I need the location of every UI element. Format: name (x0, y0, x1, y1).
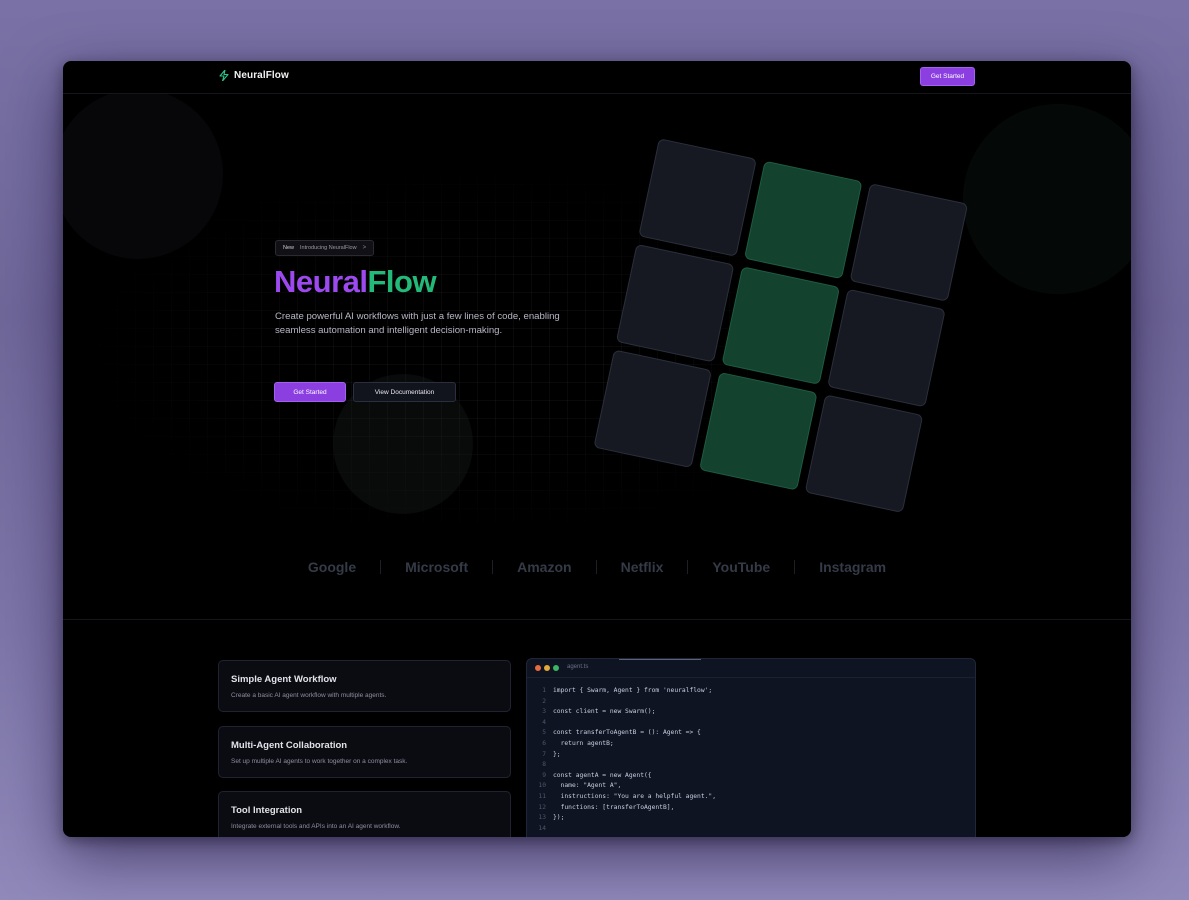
example-card[interactable]: Simple Agent Workflow Create a basic AI … (218, 660, 511, 712)
cube-tile (827, 288, 946, 408)
line-number: 5 (542, 729, 546, 737)
badge-text: Introducing NeuralFlow (300, 245, 357, 251)
code-line: 11 instructions: "You are a helpful agen… (527, 792, 975, 803)
hero-description: Create powerful AI workflows with just a… (275, 311, 560, 336)
example-card-description: Integrate external tools and APIs into a… (231, 823, 401, 830)
hero-title: NeuralFlow (274, 264, 437, 300)
line-number: 4 (542, 718, 546, 726)
example-card-description: Set up multiple AI agents to work togeth… (231, 758, 408, 765)
code-line: 9 const agentA = new Agent({ (527, 771, 975, 782)
minimize-dot-icon (544, 665, 550, 671)
code-text: instructions: "You are a helpful agent."… (553, 792, 717, 800)
line-number: 10 (538, 782, 546, 790)
cube-tile (615, 243, 735, 363)
close-dot-icon (535, 665, 541, 671)
code-text: import { Swarm, Agent } from 'neuralflow… (553, 687, 713, 694)
code-line: 10 name: "Agent A", (527, 781, 975, 792)
brand-instagram: Instagram (819, 559, 887, 575)
maximize-dot-icon (553, 665, 559, 671)
code-line: 1 import { Swarm, Agent } from 'neuralflo… (527, 686, 975, 697)
announcement-badge[interactable]: New Introducing NeuralFlow > (275, 240, 375, 256)
brand-netflix: Netflix (620, 559, 664, 575)
app-window: NeuralFlow Get Started New Introducing N… (63, 61, 1131, 837)
code-editor[interactable]: agent.ts 1 import { Swarm, Agent } from '… (526, 658, 976, 837)
line-number: 13 (538, 814, 546, 822)
example-card[interactable]: Multi-Agent Collaboration Set up multipl… (218, 726, 511, 778)
line-number: 12 (538, 803, 546, 811)
chevron-right-icon: > (362, 245, 367, 251)
cube-tile-green (743, 160, 863, 280)
code-editor-titlebar: agent.ts (527, 659, 975, 678)
code-filename: agent.ts (567, 664, 589, 670)
code-line: 2 (527, 697, 975, 708)
code-text: const client = new Swarm(); (553, 708, 656, 716)
example-card-title: Multi-Agent Collaboration (231, 740, 348, 751)
code-line: 12 functions: [transferToAgentB], (527, 803, 975, 814)
line-number: 1 (542, 687, 546, 694)
bolt-icon (219, 70, 229, 81)
nav-get-started-button[interactable]: Get Started (920, 67, 975, 86)
cube-tile (593, 349, 712, 469)
cube-tile (638, 138, 757, 257)
brand-microsoft: Microsoft (405, 559, 469, 575)
section-divider (63, 619, 1131, 620)
code-line: 4 (527, 718, 975, 729)
code-line: 5 const transferToAgentB = (): Agent => { (527, 728, 975, 739)
example-card-description: Create a basic AI agent workflow with mu… (231, 692, 387, 699)
brand-logo[interactable]: NeuralFlow (219, 70, 289, 81)
hero-title-neural: Neural (274, 264, 368, 299)
cube-tile-green (721, 266, 841, 385)
get-started-button[interactable]: Get Started (274, 382, 346, 402)
cube-tile (849, 183, 969, 302)
line-number: 2 (542, 697, 546, 705)
code-text: functions: [transferToAgentB], (553, 803, 675, 811)
example-card[interactable]: Tool Integration Integrate external tool… (218, 791, 511, 837)
line-number: 14 (538, 824, 546, 832)
line-number: 3 (542, 708, 546, 716)
code-text: }; (553, 750, 561, 758)
brand-google: Google (307, 559, 357, 575)
line-number: 8 (542, 761, 546, 769)
cube-tile-green (699, 371, 818, 491)
badge-new-label: New (283, 245, 295, 251)
line-number: 6 (542, 739, 546, 747)
brand-name: NeuralFlow (234, 70, 289, 81)
brand-logos-row: Google Microsoft Amazon Netflix YouTube … (63, 557, 1131, 577)
top-nav: NeuralFlow Get Started (63, 61, 1131, 94)
brand-youtube: YouTube (712, 559, 771, 575)
brand-amazon: Amazon (517, 559, 572, 575)
example-card-title: Simple Agent Workflow (231, 674, 337, 685)
code-text: name: "Agent A", (553, 782, 622, 790)
progress-indicator (619, 659, 701, 660)
code-body: 1 import { Swarm, Agent } from 'neuralflo… (527, 686, 975, 835)
code-line: 14 (527, 824, 975, 835)
code-line: 6 return agentB; (527, 739, 975, 750)
line-number: 9 (542, 771, 546, 779)
code-text: const transferToAgentB = (): Agent => { (553, 729, 701, 737)
code-line: 13}); (527, 813, 975, 824)
code-line: 3 const client = new Swarm(); (527, 707, 975, 718)
code-text: return agentB; (553, 739, 614, 747)
code-line: 7}; (527, 750, 975, 761)
view-documentation-button[interactable]: View Documentation (353, 382, 456, 402)
line-number: 11 (538, 792, 546, 800)
hero-section: New Introducing NeuralFlow > NeuralFlow … (63, 94, 1131, 524)
code-line: 8 (527, 760, 975, 771)
code-text: }); (553, 814, 565, 822)
cube-tile (804, 394, 924, 514)
line-number: 7 (542, 750, 546, 758)
hero-title-flow: Flow (367, 264, 437, 299)
cube-illustration (568, 107, 971, 514)
example-card-title: Tool Integration (231, 805, 303, 816)
code-text: const agentA = new Agent({ (553, 771, 652, 779)
